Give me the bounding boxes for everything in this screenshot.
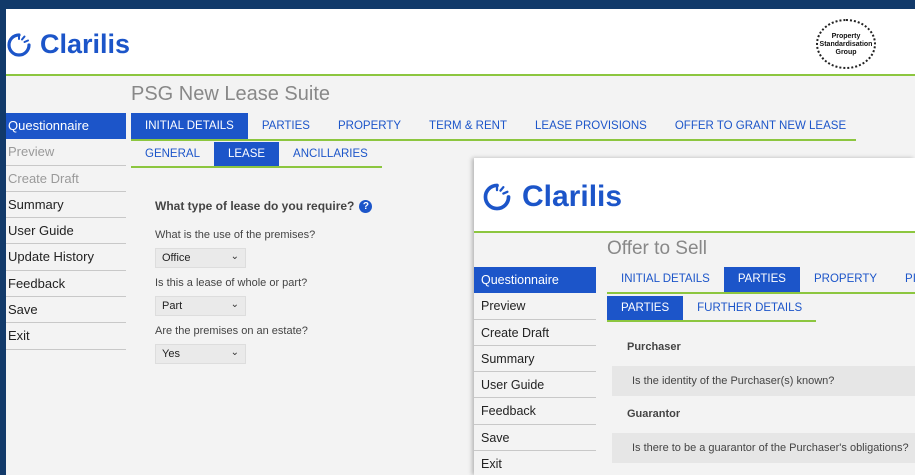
sidebar-item-feedback[interactable]: Feedback — [6, 271, 126, 298]
tab-truncated[interactable]: PI — [891, 267, 915, 292]
question-guarantor[interactable]: Is there to be a guarantor of the Purcha… — [612, 433, 915, 463]
question-purchaser-identity[interactable]: Is the identity of the Purchaser(s) know… — [612, 366, 915, 396]
tab-parties[interactable]: PARTIES — [248, 113, 324, 139]
clarilis-logo-icon — [483, 183, 511, 211]
subtab-parties[interactable]: PARTIES — [607, 296, 684, 320]
psg-logo-line2: Standardisation — [819, 41, 873, 48]
question-heading-text: What type of lease do you require? — [155, 199, 355, 213]
question-label-use: What is the use of the premises? — [155, 229, 316, 241]
sidebar-item-summary[interactable]: Summary — [474, 346, 596, 373]
tab-property[interactable]: PROPERTY — [324, 113, 415, 139]
main-tabs: INITIAL DETAILS PARTIES PROPERTY PI — [607, 267, 915, 294]
clarilis-logo-icon — [7, 32, 31, 57]
app-header: Clarilis — [474, 158, 915, 233]
sidebar-item-questionnaire[interactable]: Questionnaire — [6, 113, 126, 140]
sub-tabs: PARTIES FURTHER DETAILS — [607, 296, 817, 322]
tab-parties[interactable]: PARTIES — [723, 267, 800, 292]
chevron-down-icon: ⌄ — [230, 299, 239, 310]
sidebar-item-exit[interactable]: Exit — [6, 323, 126, 350]
main-tabs: INITIAL DETAILS PARTIES PROPERTY TERM & … — [131, 113, 856, 141]
sidebar-item-preview[interactable]: Preview — [6, 139, 126, 166]
brand-name: Clarilis — [40, 29, 131, 59]
sub-tabs: GENERAL LEASE ANCILLARIES — [131, 142, 382, 168]
sidebar-item-user-guide[interactable]: User Guide — [6, 218, 126, 245]
chevron-down-icon: ⌄ — [230, 347, 239, 358]
subtab-ancillaries[interactable]: ANCILLARIES — [279, 142, 382, 166]
question-heading: What type of lease do you require? ? — [155, 199, 373, 213]
questionnaire-panel: Purchaser Is the identity of the Purchas… — [607, 328, 915, 475]
sidebar-item-save[interactable]: Save — [6, 297, 126, 324]
psg-logo-line3: Group — [835, 49, 857, 56]
tab-offer-to-grant[interactable]: OFFER TO GRANT NEW LEASE — [661, 113, 860, 139]
subtab-further-details[interactable]: FURTHER DETAILS — [683, 296, 816, 320]
section-label-purchaser: Purchaser — [627, 341, 681, 353]
sidebar-item-user-guide[interactable]: User Guide — [474, 372, 596, 399]
chevron-down-icon: ⌄ — [230, 251, 239, 262]
sidebar: Questionnaire Preview Create Draft Summa… — [6, 113, 126, 350]
tab-term-rent[interactable]: TERM & RENT — [415, 113, 521, 139]
question-label-estate: Are the premises on an estate? — [155, 325, 308, 337]
sidebar-item-create-draft[interactable]: Create Draft — [474, 320, 596, 346]
clarilis-logo: Clarilis — [482, 180, 622, 214]
subtab-general[interactable]: GENERAL — [131, 142, 214, 166]
brand-name: Clarilis — [522, 180, 623, 213]
help-icon[interactable]: ? — [359, 199, 373, 213]
psg-logo: Property Standardisation Group — [816, 19, 876, 69]
question-label-whole-part: Is this a lease of whole or part? — [155, 277, 308, 289]
page-title: PSG New Lease Suite — [131, 83, 330, 105]
use-select-value: Office — [162, 252, 191, 264]
sidebar-item-preview[interactable]: Preview — [474, 293, 596, 320]
sidebar-item-update-history[interactable]: Update History — [6, 244, 126, 271]
tab-initial-details[interactable]: INITIAL DETAILS — [131, 113, 248, 139]
tab-property[interactable]: PROPERTY — [800, 267, 891, 292]
sidebar-item-create-draft[interactable]: Create Draft — [6, 166, 126, 192]
page-title: Offer to Sell — [607, 238, 707, 259]
sidebar-item-save[interactable]: Save — [474, 425, 596, 452]
sidebar-item-feedback[interactable]: Feedback — [474, 398, 596, 425]
sidebar-item-questionnaire[interactable]: Questionnaire — [474, 267, 596, 294]
sidebar-item-exit[interactable]: Exit — [474, 451, 596, 475]
subtab-lease[interactable]: LEASE — [213, 142, 280, 166]
tab-initial-details[interactable]: INITIAL DETAILS — [607, 267, 724, 292]
use-select[interactable]: Office ⌄ — [155, 248, 246, 268]
app-header: Clarilis Property Standardisation Group — [6, 9, 915, 76]
whole-part-select[interactable]: Part ⌄ — [155, 296, 246, 316]
estate-select-value: Yes — [162, 348, 180, 360]
sidebar-item-summary[interactable]: Summary — [6, 192, 126, 219]
sidebar: Questionnaire Preview Create Draft Summa… — [474, 267, 596, 475]
tab-lease-provisions[interactable]: LEASE PROVISIONS — [521, 113, 661, 139]
section-label-guarantor: Guarantor — [627, 408, 681, 420]
psg-logo-line1: Property — [831, 33, 861, 40]
whole-part-select-value: Part — [162, 300, 183, 312]
estate-select[interactable]: Yes ⌄ — [155, 344, 246, 364]
offer-to-sell-window: Clarilis Offer to Sell Questionnaire Pre… — [474, 158, 915, 475]
clarilis-logo: Clarilis — [6, 29, 130, 60]
